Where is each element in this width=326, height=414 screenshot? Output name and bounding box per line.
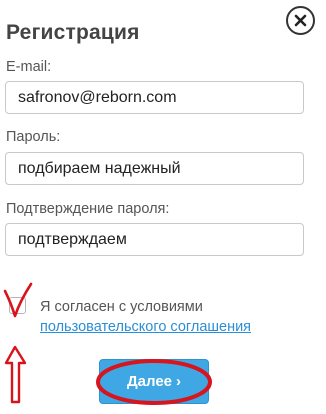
- dialog-title: Регистрация: [6, 21, 140, 44]
- email-label: E-mail:: [6, 59, 52, 75]
- password-confirm-label: Подтверждение пароля:: [6, 201, 170, 217]
- agreement-text: Я согласен с условиями: [40, 299, 203, 315]
- password-field[interactable]: [5, 152, 304, 185]
- agreement-checkbox[interactable]: [9, 297, 26, 314]
- chevron-right-icon: ›: [176, 373, 182, 390]
- next-button[interactable]: Далее ›: [99, 359, 209, 404]
- user-agreement-link[interactable]: пользовательского соглашения: [40, 318, 251, 336]
- close-button[interactable]: [286, 6, 315, 35]
- registration-dialog: Регистрация E-mail: Пароль: Подтверждени…: [0, 0, 326, 414]
- up-arrow-annotation: [4, 345, 27, 404]
- password-confirm-field[interactable]: [5, 223, 304, 256]
- password-label: Пароль:: [6, 129, 61, 145]
- next-button-label: Далее: [126, 373, 173, 390]
- close-icon: [294, 14, 307, 27]
- email-field[interactable]: [5, 81, 304, 114]
